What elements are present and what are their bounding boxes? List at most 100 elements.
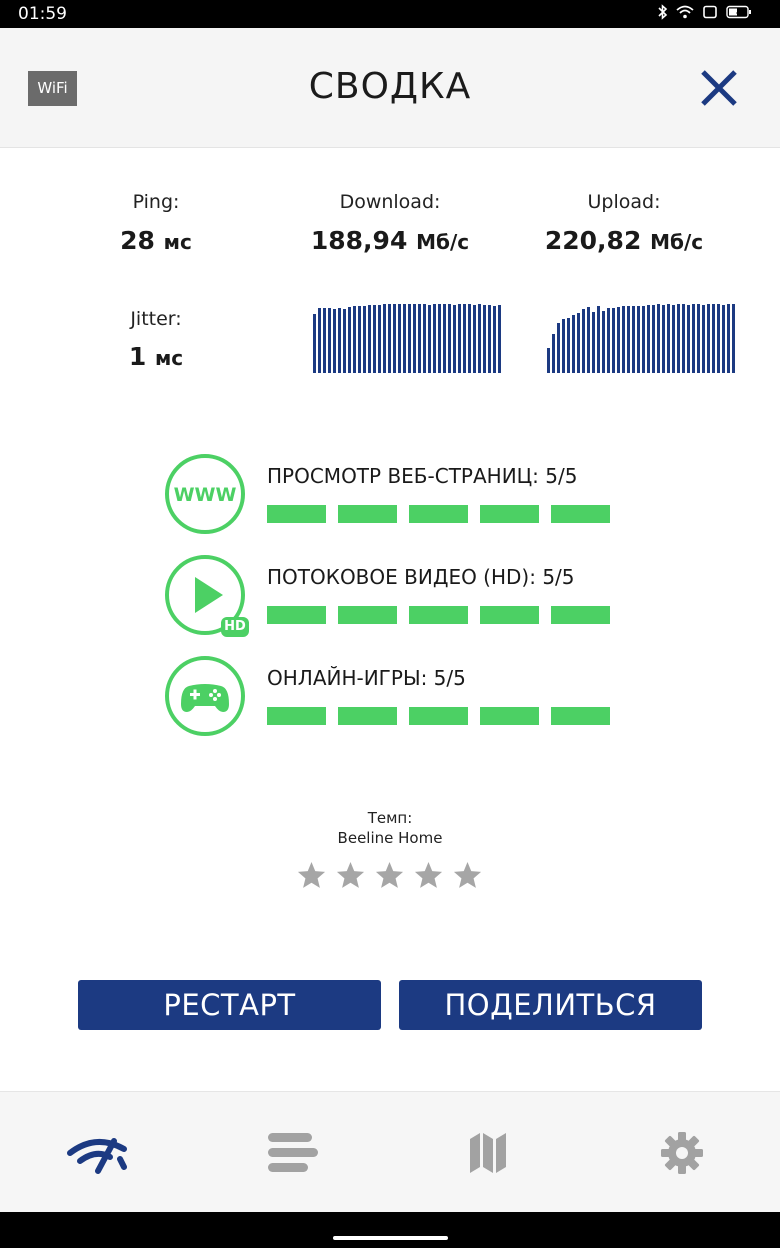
upload-unit: Мб/с bbox=[650, 230, 704, 254]
ping-number: 28 bbox=[120, 226, 155, 255]
graph-bar bbox=[443, 304, 446, 373]
graph-bar bbox=[433, 304, 436, 373]
graph-bar bbox=[333, 309, 336, 373]
graph-bar bbox=[338, 308, 341, 373]
graph-bar bbox=[577, 313, 580, 373]
star-icon[interactable] bbox=[452, 860, 483, 891]
play-hd-icon: HD bbox=[165, 555, 249, 637]
speedometer-icon[interactable] bbox=[66, 1131, 130, 1175]
rating-segment bbox=[480, 606, 539, 624]
graph-bar bbox=[707, 304, 710, 373]
star-rating[interactable] bbox=[296, 860, 483, 891]
graph-bar bbox=[348, 307, 351, 373]
graph-bar bbox=[627, 306, 630, 373]
rating-segment bbox=[338, 707, 397, 725]
graph-bar bbox=[368, 305, 371, 373]
gear-icon[interactable] bbox=[650, 1131, 714, 1175]
screen-rotate-icon bbox=[703, 5, 717, 19]
graph-bar bbox=[328, 308, 331, 373]
gamepad-icon bbox=[165, 656, 245, 736]
graph-bar bbox=[552, 334, 555, 373]
rating-segment bbox=[267, 505, 326, 523]
graph-bar bbox=[622, 306, 625, 373]
restart-button[interactable]: РЕСТАРТ bbox=[78, 980, 381, 1030]
graph-bar bbox=[672, 305, 675, 373]
star-icon[interactable] bbox=[413, 860, 444, 891]
graph-bar bbox=[617, 307, 620, 373]
graph-bar bbox=[313, 314, 316, 373]
upload-number: 220,82 bbox=[544, 226, 642, 255]
rating-segment bbox=[338, 606, 397, 624]
gesture-bar bbox=[0, 1212, 780, 1248]
graph-bar bbox=[378, 305, 381, 373]
graph-bar bbox=[722, 305, 725, 373]
graph-bar bbox=[493, 306, 496, 373]
graph-bar bbox=[373, 305, 376, 373]
system-icons: 41 bbox=[658, 4, 752, 20]
graph-bar bbox=[727, 304, 730, 373]
home-handle[interactable] bbox=[333, 1236, 448, 1240]
upload-label: Upload: bbox=[587, 191, 661, 213]
battery-icon: 41 bbox=[726, 5, 751, 19]
graph-bar bbox=[632, 306, 635, 373]
graph-bar bbox=[642, 306, 645, 373]
download-number: 188,94 bbox=[310, 226, 408, 255]
graph-bar bbox=[473, 305, 476, 373]
graph-bar bbox=[567, 318, 570, 373]
www-icon-text: WWW bbox=[173, 484, 237, 506]
ping-value: 28 мс bbox=[86, 226, 226, 255]
graph-bar bbox=[572, 315, 575, 373]
graph-bar bbox=[353, 306, 356, 373]
graph-bar bbox=[448, 304, 451, 373]
graph-bar bbox=[363, 306, 366, 373]
graph-bar bbox=[418, 304, 421, 373]
graph-bar bbox=[692, 304, 695, 373]
map-icon[interactable] bbox=[456, 1131, 520, 1175]
graph-bar bbox=[562, 319, 565, 373]
graph-bar bbox=[652, 305, 655, 373]
graph-bar bbox=[647, 305, 650, 373]
list-icon[interactable] bbox=[260, 1131, 324, 1175]
share-button[interactable]: ПОДЕЛИТЬСЯ bbox=[399, 980, 702, 1030]
graph-bar bbox=[438, 304, 441, 373]
page-title: СВОДКА bbox=[308, 66, 472, 107]
rating-segment bbox=[409, 505, 468, 523]
graph-bar bbox=[478, 304, 481, 373]
graph-bar bbox=[592, 312, 595, 373]
graph-bar bbox=[453, 305, 456, 373]
rating-label: ПРОСМОТР ВЕБ-СТРАНИЦ: 5/5 bbox=[267, 464, 578, 488]
star-icon[interactable] bbox=[335, 860, 366, 891]
rating-video-hd: HD ПОТОКОВОЕ ВИДЕО (HD): 5/5 bbox=[165, 555, 625, 637]
upload-value: 220,82 Мб/с bbox=[524, 226, 724, 255]
star-icon[interactable] bbox=[296, 860, 327, 891]
star-icon[interactable] bbox=[374, 860, 405, 891]
rating-segment bbox=[551, 707, 610, 725]
graph-bar bbox=[582, 309, 585, 373]
graph-bar bbox=[393, 304, 396, 373]
ping-unit: мс bbox=[163, 230, 192, 254]
download-label: Download: bbox=[339, 191, 441, 213]
www-icon: WWW bbox=[165, 454, 245, 534]
graph-bar bbox=[702, 305, 705, 373]
battery-level: 41 bbox=[736, 8, 746, 17]
gamepad-glyph bbox=[181, 684, 229, 712]
graph-bar bbox=[657, 304, 660, 373]
rating-segment bbox=[480, 707, 539, 725]
graph-bar bbox=[358, 306, 361, 373]
rating-segment bbox=[338, 505, 397, 523]
graph-bar bbox=[557, 323, 560, 373]
graph-bar bbox=[408, 304, 411, 373]
graph-bar bbox=[403, 304, 406, 373]
rating-segment bbox=[551, 505, 610, 523]
provider-name: Beeline Home bbox=[337, 829, 443, 847]
graph-bar bbox=[662, 305, 665, 373]
rating-label: ОНЛАЙН-ИГРЫ: 5/5 bbox=[267, 666, 466, 690]
graph-bar bbox=[682, 304, 685, 373]
graph-bar bbox=[488, 305, 491, 373]
graph-bar bbox=[717, 304, 720, 373]
graph-bar bbox=[498, 305, 501, 373]
graph-bar bbox=[597, 306, 600, 373]
graph-bar bbox=[677, 304, 680, 373]
bluetooth-icon bbox=[658, 4, 668, 20]
close-icon[interactable] bbox=[699, 68, 739, 108]
